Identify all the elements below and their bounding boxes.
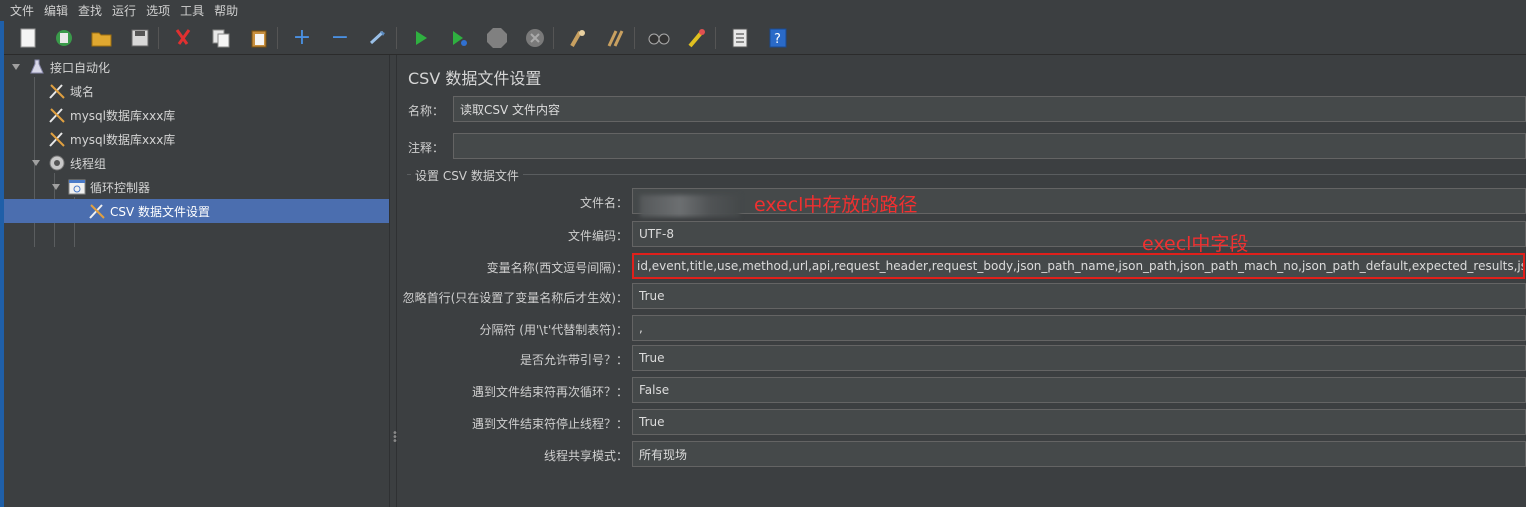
stop-icon[interactable] bbox=[485, 26, 509, 50]
templates-icon[interactable] bbox=[52, 26, 76, 50]
redacted-path bbox=[640, 195, 740, 217]
delimiter-field[interactable]: , bbox=[632, 315, 1526, 341]
expand-arrow-icon[interactable] bbox=[12, 64, 20, 70]
config-element-icon bbox=[88, 202, 106, 220]
loop-controller-icon bbox=[68, 178, 86, 196]
tree-item-domain[interactable]: 域名 bbox=[4, 79, 389, 103]
save-icon[interactable] bbox=[128, 26, 152, 50]
copy-icon[interactable] bbox=[209, 26, 233, 50]
page-title: CSV 数据文件设置 bbox=[408, 69, 542, 88]
delimiter-label: 分隔符 (用'\t'代替制表符)： bbox=[479, 323, 628, 337]
allow-quoted-field[interactable]: True bbox=[632, 345, 1526, 371]
tree-item-label: CSV 数据文件设置 bbox=[110, 204, 211, 219]
tree-item-label: 循环控制器 bbox=[90, 180, 151, 195]
collapse-icon[interactable]: − bbox=[328, 26, 352, 50]
search-icon[interactable] bbox=[647, 26, 671, 50]
shutdown-icon[interactable] bbox=[523, 26, 547, 50]
panel-splitter[interactable]: • • • bbox=[389, 55, 398, 507]
test-plan-icon bbox=[28, 58, 46, 76]
menu-bar: 文件 编辑 查找 运行 选项 工具 帮助 bbox=[0, 0, 1526, 21]
sharing-mode-label: 线程共享模式： bbox=[543, 449, 628, 463]
stop-thread-on-eof-label: 遇到文件结束符停止线程？： bbox=[471, 417, 628, 431]
svg-text:?: ? bbox=[774, 32, 781, 47]
clear-icon[interactable] bbox=[566, 26, 590, 50]
group-title: 设置 CSV 数据文件 bbox=[411, 167, 523, 184]
expand-arrow-icon[interactable] bbox=[52, 184, 60, 190]
name-field[interactable]: 读取CSV 文件内容 bbox=[453, 96, 1526, 122]
tree-item-label: 域名 bbox=[70, 84, 95, 99]
variable-names-field[interactable]: id,event,title,use,method,url,api,reques… bbox=[632, 253, 1525, 279]
tree-item-label: 线程组 bbox=[70, 156, 107, 171]
group-border bbox=[407, 174, 1526, 175]
new-icon[interactable] bbox=[16, 26, 40, 50]
allow-quoted-label: 是否允许带引号？： bbox=[519, 353, 628, 367]
test-plan-tree: 接口自动化 域名 mysql数据库xxx库 mysql数据库xxx库 线程组 循… bbox=[4, 55, 389, 507]
tree-item-label: mysql数据库xxx库 bbox=[70, 108, 176, 123]
tree-item-thread-group[interactable]: 线程组 bbox=[4, 151, 389, 175]
csv-data-set-config-panel: CSV 数据文件设置 名称： 读取CSV 文件内容 注释： 设置 CSV 数据文… bbox=[397, 55, 1526, 507]
config-element-icon bbox=[48, 130, 66, 148]
tree-item-mysql-2[interactable]: mysql数据库xxx库 bbox=[4, 127, 389, 151]
name-label: 名称： bbox=[408, 104, 445, 118]
stop-thread-on-eof-field[interactable]: True bbox=[632, 409, 1526, 435]
menu-search[interactable]: 查找 bbox=[78, 2, 102, 19]
tree-item-test-plan[interactable]: 接口自动化 bbox=[4, 55, 389, 79]
tree-item-mysql-1[interactable]: mysql数据库xxx库 bbox=[4, 103, 389, 127]
fields-annotation: execl中字段 bbox=[1142, 233, 1249, 255]
clear-all-icon[interactable] bbox=[604, 26, 628, 50]
menu-options[interactable]: 选项 bbox=[146, 2, 170, 19]
menu-edit[interactable]: 编辑 bbox=[44, 2, 68, 19]
tree-item-label: 接口自动化 bbox=[50, 60, 111, 75]
tree-item-loop-controller[interactable]: 循环控制器 bbox=[4, 175, 389, 199]
help-icon[interactable]: ? bbox=[766, 26, 790, 50]
menu-run[interactable]: 运行 bbox=[112, 2, 136, 19]
start-no-pause-icon[interactable] bbox=[447, 26, 471, 50]
expand-arrow-icon[interactable] bbox=[32, 160, 40, 166]
splitter-grip-icon: • • • bbox=[392, 428, 398, 447]
config-element-icon bbox=[48, 106, 66, 124]
comment-field[interactable] bbox=[453, 133, 1526, 159]
file-encoding-field[interactable]: UTF-8 bbox=[632, 221, 1526, 247]
expand-icon[interactable]: + bbox=[290, 26, 314, 50]
config-element-icon bbox=[48, 82, 66, 100]
ignore-first-line-label: 忽略首行(只在设置了变量名称后才生效)： bbox=[402, 291, 628, 305]
paste-icon[interactable] bbox=[247, 26, 271, 50]
toggle-icon[interactable] bbox=[366, 26, 390, 50]
menu-tools[interactable]: 工具 bbox=[180, 2, 204, 19]
file-encoding-label: 文件编码： bbox=[567, 229, 628, 243]
tree-item-csv-data-set[interactable]: CSV 数据文件设置 bbox=[4, 199, 389, 223]
ignore-first-line-field[interactable]: True bbox=[632, 283, 1526, 309]
menu-help[interactable]: 帮助 bbox=[214, 2, 238, 19]
open-icon[interactable] bbox=[90, 26, 114, 50]
filename-label: 文件名： bbox=[579, 196, 628, 210]
menu-file[interactable]: 文件 bbox=[10, 2, 34, 19]
reset-search-icon[interactable] bbox=[685, 26, 709, 50]
start-icon[interactable] bbox=[409, 26, 433, 50]
variable-names-label: 变量名称(西文逗号间隔)： bbox=[486, 261, 628, 275]
toolbar: + − ? bbox=[0, 21, 1526, 55]
tree-item-label: mysql数据库xxx库 bbox=[70, 132, 176, 147]
sharing-mode-field[interactable]: 所有现场 bbox=[632, 441, 1526, 467]
comment-label: 注释： bbox=[408, 141, 445, 155]
function-helper-icon[interactable] bbox=[728, 26, 752, 50]
cut-icon[interactable] bbox=[171, 26, 195, 50]
recycle-on-eof-label: 遇到文件结束符再次循环？： bbox=[471, 385, 628, 399]
thread-group-icon bbox=[48, 154, 66, 172]
recycle-on-eof-field[interactable]: False bbox=[632, 377, 1526, 403]
filename-annotation: execl中存放的路径 bbox=[754, 194, 918, 216]
